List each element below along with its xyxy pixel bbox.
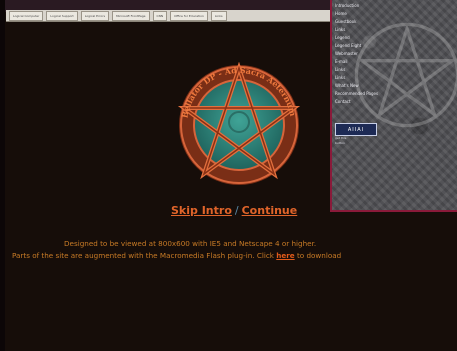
toolbar-button[interactable]: CNN (152, 10, 168, 21)
browser-requirements-text: Designed to be viewed at 800x600 with IE… (64, 239, 317, 248)
side-menu-item[interactable]: Recommended Pages (335, 90, 378, 98)
side-menu-item[interactable]: Legend Eight (335, 42, 378, 50)
continue-link[interactable]: Continue (242, 204, 298, 217)
browser-screen: Logical Computer Logical Support Logical… (0, 0, 457, 351)
badge-caption-line: button (335, 141, 345, 145)
links-toolbar: Logical Computer Logical Support Logical… (6, 10, 332, 22)
side-menu-item[interactable]: What's New (335, 82, 378, 90)
skip-intro-link[interactable]: Skip Intro (171, 204, 232, 217)
side-menu-item[interactable]: Introduction (335, 2, 378, 10)
badge-caption: get this button (335, 136, 346, 146)
side-menu-item[interactable]: Links (335, 74, 378, 82)
toolbar-button[interactable]: Links (210, 10, 227, 21)
side-menu-item[interactable]: Webmaster (335, 50, 378, 58)
left-window-edge (0, 0, 5, 351)
side-navigation-panel: Introduction Home Guestbook Links Legend… (330, 0, 457, 212)
intro-links: Skip Intro / Continue (171, 204, 297, 217)
side-menu-item[interactable]: Links (335, 26, 378, 34)
flash-text-suffix: to download (294, 251, 342, 260)
side-menu: Introduction Home Guestbook Links Legend… (335, 2, 378, 106)
link-separator: / (234, 204, 239, 217)
pentagram-emblem-icon: Bellator DP - Ad Sacra Aeternum (177, 62, 301, 185)
toolbar-button[interactable]: Office for Education (170, 10, 208, 21)
side-menu-item[interactable]: Legend (335, 34, 378, 42)
toolbar-button[interactable]: Logical Computer (9, 10, 44, 21)
side-menu-item[interactable]: E-mail (335, 58, 378, 66)
side-menu-item[interactable]: Contact (335, 98, 378, 106)
flash-text-prefix: Parts of the site are augmented with the… (12, 251, 277, 260)
toolbar-button[interactable]: Microsoft FrontPage (112, 10, 150, 21)
flash-plugin-text: Parts of the site are augmented with the… (12, 251, 457, 260)
award-badge[interactable]: AIIAI (335, 123, 377, 136)
side-menu-item[interactable]: Home (335, 10, 378, 18)
flash-download-link[interactable]: here (276, 251, 294, 260)
toolbar-button[interactable]: Logical Errors (80, 10, 110, 21)
toolbar-button[interactable]: Logical Support (46, 10, 78, 21)
side-menu-item[interactable]: Links (335, 66, 378, 74)
side-menu-item[interactable]: Guestbook (335, 18, 378, 26)
